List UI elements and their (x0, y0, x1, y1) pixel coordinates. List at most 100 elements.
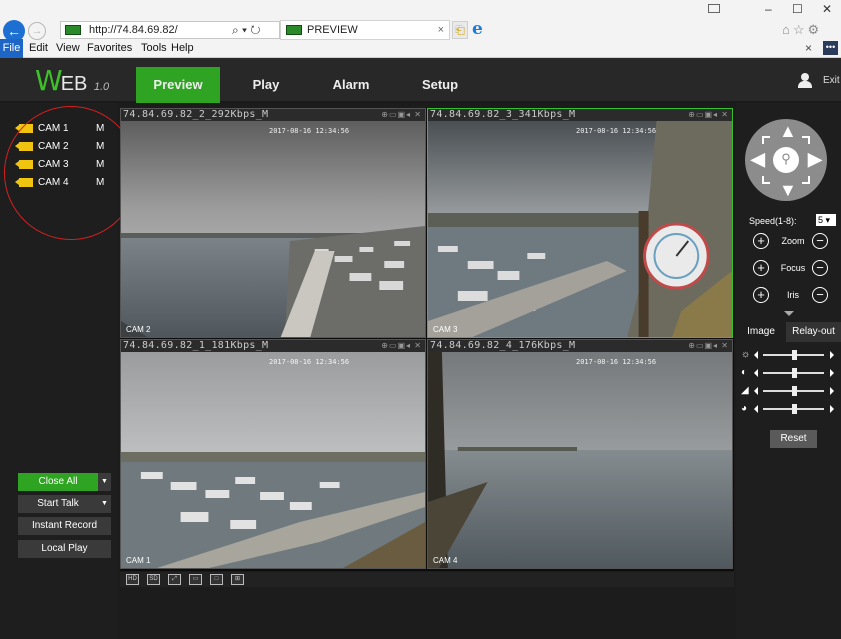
local-play-button[interactable]: Local Play (18, 540, 111, 558)
ptz-up-right-icon[interactable] (802, 136, 810, 144)
pane-title-bar: 74.84.69.82_2_292Kbps_M ⊕▭▣◂ ✕ (121, 109, 425, 121)
app-header: WEB 1.0 Preview Play Alarm Setup Exit (0, 58, 841, 103)
slider-thumb[interactable] (791, 368, 797, 378)
window-minimize-button[interactable]: – (765, 2, 772, 16)
reset-button[interactable]: Reset (770, 430, 817, 448)
window-maximize-button[interactable]: ☐ (792, 2, 803, 16)
video-pane-1[interactable]: 74.84.69.82_2_292Kbps_M ⊕▭▣◂ ✕ 2017-08-1… (120, 108, 426, 338)
browser-tab-preview[interactable]: PREVIEW × (280, 20, 450, 40)
close-icon[interactable]: × (805, 41, 812, 55)
pane-camera-label: CAM 4 (433, 556, 458, 565)
speed-select[interactable]: 5 ▾ (816, 214, 836, 226)
tab-relay-out[interactable]: Relay-out (786, 322, 841, 342)
slider-thumb[interactable] (791, 386, 797, 396)
menu-view[interactable]: View (56, 42, 80, 54)
menu-tools[interactable]: Tools (141, 42, 167, 54)
pane-toolbar-icons[interactable]: ⊕▭▣◂ ✕ (381, 109, 422, 121)
increase-arrow-icon[interactable] (830, 351, 834, 359)
tab-preview[interactable]: Preview (136, 67, 220, 103)
collapse-toggle-icon[interactable] (784, 311, 794, 316)
ptz-up-arrow-icon[interactable]: ▲ (779, 122, 797, 140)
fullscreen-button[interactable]: ⤢ (168, 574, 181, 585)
user-icon (798, 73, 812, 89)
tab-close-icon[interactable]: × (438, 21, 444, 39)
increase-arrow-icon[interactable] (830, 369, 834, 377)
decrease-arrow-icon[interactable] (754, 369, 758, 377)
menu-file[interactable]: File (0, 39, 23, 58)
menu-help[interactable]: Help (171, 42, 194, 54)
contrast-slider[interactable]: ◐ (741, 367, 839, 379)
zoom-control: + Zoom − (753, 233, 833, 251)
pane-camera-label: CAM 1 (126, 556, 151, 565)
video-pane-4[interactable]: 74.84.69.82_4_176Kbps_M ⊕▭▣◂ ✕ 2017-08-1… (427, 339, 733, 569)
pane-title: 74.84.69.82_1_181Kbps_M (123, 340, 269, 351)
pane-title-bar: 74.84.69.82_1_181Kbps_M ⊕▭▣◂ ✕ (121, 340, 425, 352)
search-icon[interactable]: ⚲ (773, 147, 799, 173)
instant-record-button[interactable]: Instant Record (18, 517, 111, 535)
decrease-arrow-icon[interactable] (754, 405, 758, 413)
exit-link[interactable]: Exit (823, 75, 840, 86)
video-pane-3[interactable]: 74.84.69.82_1_181Kbps_M ⊕▭▣◂ ✕ 2017-08-1… (120, 339, 426, 569)
more-icon[interactable]: ••• (823, 41, 838, 55)
slider-track[interactable] (763, 350, 824, 360)
window-mode-icon[interactable] (708, 4, 720, 13)
ie-logo-icon: e (472, 19, 483, 39)
layout-2x2-button[interactable]: ⊞ (231, 574, 244, 585)
close-all-button[interactable]: Close All (18, 473, 98, 491)
saturation-icon: ◢ (741, 385, 749, 396)
layout-1x1-button[interactable]: □ (210, 574, 223, 585)
slider-track[interactable] (763, 404, 824, 414)
forward-button[interactable]: → (28, 22, 46, 40)
logo-w: W (35, 64, 63, 97)
sd-stream-button[interactable]: SD (147, 574, 160, 585)
slider-track[interactable] (763, 386, 824, 396)
iris-plus-icon[interactable]: + (753, 287, 769, 303)
iris-minus-icon[interactable]: − (812, 287, 828, 303)
start-talk-dropdown-icon[interactable]: ▼ (98, 495, 111, 513)
increase-arrow-icon[interactable] (830, 387, 834, 395)
tab-play[interactable]: Play (240, 67, 292, 103)
layout-wide-button[interactable]: ▭ (189, 574, 202, 585)
start-talk-button[interactable]: Start Talk (18, 495, 98, 513)
tab-alarm[interactable]: Alarm (325, 67, 377, 103)
logo-text: EB (60, 73, 88, 95)
hue-slider[interactable]: ◕ (741, 403, 839, 415)
brightness-slider[interactable]: ☼ (741, 349, 839, 361)
site-favicon-icon (65, 25, 81, 35)
close-all-dropdown-icon[interactable]: ▼ (98, 473, 111, 491)
menu-favorites[interactable]: Favorites (87, 42, 132, 54)
decrease-arrow-icon[interactable] (754, 351, 758, 359)
address-tools[interactable]: ⌕ ▾ ↻ (232, 21, 261, 39)
menu-edit[interactable]: Edit (29, 42, 48, 54)
home-favorites-settings-icons[interactable]: ⌂☆⚙ (782, 22, 822, 38)
focus-label: Focus (780, 263, 806, 273)
ptz-down-left-icon[interactable] (762, 176, 770, 184)
focus-plus-icon[interactable]: + (753, 260, 769, 276)
new-tab-button[interactable]: ⎗ (452, 21, 468, 39)
ptz-left-arrow-icon[interactable]: ◀ (751, 150, 765, 168)
ptz-up-left-icon[interactable] (762, 136, 770, 144)
increase-arrow-icon[interactable] (830, 405, 834, 413)
tab-setup[interactable]: Setup (414, 67, 466, 103)
pane-toolbar-icons[interactable]: ⊕▭▣◂ ✕ (688, 109, 729, 121)
slider-thumb[interactable] (791, 350, 797, 360)
focus-control: + Focus − (753, 260, 833, 278)
zoom-out-icon[interactable]: − (812, 233, 828, 249)
pane-toolbar-icons[interactable]: ⊕▭▣◂ ✕ (688, 340, 729, 352)
decrease-arrow-icon[interactable] (754, 387, 758, 395)
saturation-slider[interactable]: ◢ (741, 385, 839, 397)
ptz-right-arrow-icon[interactable]: ▶ (808, 150, 822, 168)
pane-title-bar: 74.84.69.82_3_341Kbps_M ⊕▭▣◂ ✕ (428, 109, 732, 121)
contrast-icon: ◐ (741, 367, 748, 378)
zoom-in-icon[interactable]: + (753, 233, 769, 249)
slider-thumb[interactable] (791, 404, 797, 414)
focus-minus-icon[interactable]: − (812, 260, 828, 276)
slider-track[interactable] (763, 368, 824, 378)
tab-image[interactable]: Image (736, 322, 786, 342)
ptz-down-right-icon[interactable] (802, 176, 810, 184)
hd-stream-button[interactable]: HD (126, 574, 139, 585)
ptz-down-arrow-icon[interactable]: ▼ (779, 181, 797, 199)
pane-toolbar-icons[interactable]: ⊕▭▣◂ ✕ (381, 340, 422, 352)
window-close-button[interactable]: ✕ (822, 2, 832, 16)
video-pane-2[interactable]: 74.84.69.82_3_341Kbps_M ⊕▭▣◂ ✕ 2017-08-1… (427, 108, 733, 338)
